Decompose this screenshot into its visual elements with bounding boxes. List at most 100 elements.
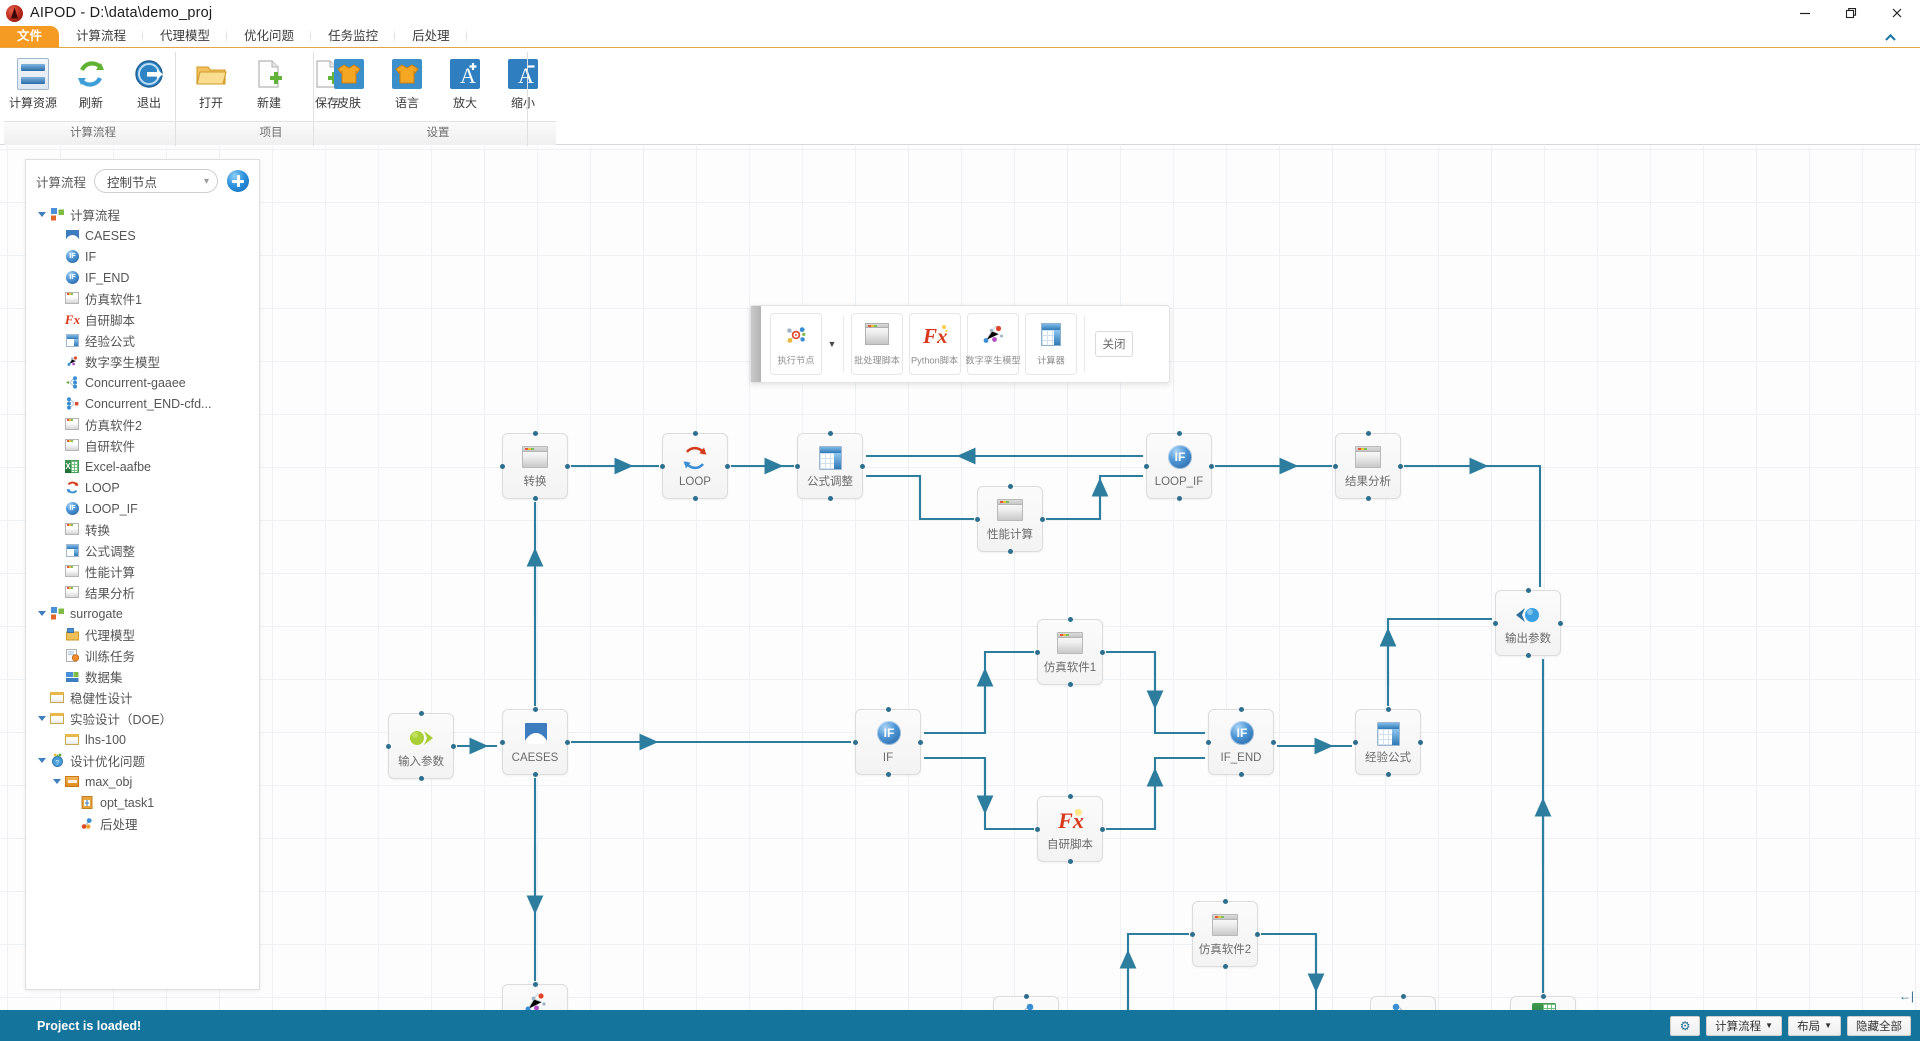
tab-4[interactable]: 任务监控 xyxy=(311,26,396,47)
node-port-l[interactable] xyxy=(975,517,980,522)
node-port-b[interactable] xyxy=(1068,859,1073,864)
chevron-down-icon[interactable] xyxy=(34,204,50,225)
ribbon-button-计算资源[interactable]: 计算资源 xyxy=(7,51,59,120)
tree-item-经验公式[interactable]: 经验公式 xyxy=(26,330,259,351)
ribbon-button-语言[interactable]: 语言 xyxy=(381,51,433,120)
node-port-l[interactable] xyxy=(500,740,505,745)
node-port-r[interactable] xyxy=(1255,932,1260,937)
flow-node-if[interactable]: IF IF xyxy=(853,707,923,777)
flow-node-conc_cfdgd[interactable]: Concurrent cfdgd xyxy=(1370,994,1436,1010)
node-port-l[interactable] xyxy=(795,464,800,469)
tree-item-代理模型[interactable]: 代理模型 xyxy=(26,624,259,645)
node-port-t[interactable] xyxy=(533,431,538,436)
node-port-b[interactable] xyxy=(1008,549,1013,554)
ribbon-button-皮肤[interactable]: 皮肤 xyxy=(323,51,375,120)
tree-item-LOOP_IF[interactable]: IF LOOP_IF xyxy=(26,498,259,519)
node-port-l[interactable] xyxy=(1035,827,1040,832)
node-port-b[interactable] xyxy=(1386,772,1391,777)
tree-item-结果分析[interactable]: 结果分析 xyxy=(26,582,259,603)
minimize-icon[interactable] xyxy=(1782,0,1828,26)
flow-node-conc_gaaee[interactable]: Concurrent gaaee xyxy=(993,994,1059,1010)
node-port-t[interactable] xyxy=(1541,994,1546,999)
node-port-t[interactable] xyxy=(1366,431,1371,436)
node-port-b[interactable] xyxy=(1239,772,1244,777)
node-port-b[interactable] xyxy=(693,496,698,501)
tree-item-数字孪生模型[interactable]: 数字孪生模型 xyxy=(26,351,259,372)
node-port-b[interactable] xyxy=(1223,964,1228,969)
close-icon[interactable] xyxy=(1874,0,1920,26)
tree-item-实验设计（DOE）[interactable]: 实验设计（DOE） xyxy=(26,708,259,729)
flow-canvas[interactable]: 转换 LOOP 公式调整 性能计算 IF LOOP_IF 结果分析 输出参数 输入参数 CAESE… xyxy=(0,146,1920,1010)
node-port-r[interactable] xyxy=(1209,464,1214,469)
node-port-l[interactable] xyxy=(500,464,505,469)
chevron-down-icon[interactable] xyxy=(34,750,50,771)
node-port-r[interactable] xyxy=(860,464,865,469)
tree-item-仿真软件1[interactable]: 仿真软件1 xyxy=(26,288,259,309)
tree-item-Concurrent-gaaee[interactable]: Concurrent-gaaee xyxy=(26,372,259,393)
palette-button-数字孪生模型[interactable]: 数字孪生模型 xyxy=(965,313,1021,375)
node-port-t[interactable] xyxy=(1239,707,1244,712)
node-port-r[interactable] xyxy=(725,464,730,469)
node-port-b[interactable] xyxy=(1526,653,1531,658)
node-port-r[interactable] xyxy=(565,464,570,469)
tree-item-自研软件[interactable]: 自研软件 xyxy=(26,435,259,456)
node-port-t[interactable] xyxy=(828,431,833,436)
flow-node-dtmodel[interactable]: 数字孪生模型 xyxy=(502,982,568,1010)
flow-node-fangzhen1[interactable]: 仿真软件1 xyxy=(1035,617,1105,687)
plus-circle-icon[interactable] xyxy=(227,170,249,192)
tab-0[interactable]: 文件 xyxy=(0,26,60,47)
palette-close-button[interactable]: 关闭 xyxy=(1095,331,1133,357)
tree-item-surrogate[interactable]: surrogate xyxy=(26,603,259,624)
flow-node-input[interactable]: 输入参数 xyxy=(386,711,456,781)
node-port-b[interactable] xyxy=(1366,496,1371,501)
tab-1[interactable]: 计算流程 xyxy=(59,26,144,47)
node-port-t[interactable] xyxy=(1068,794,1073,799)
chevron-down-icon[interactable] xyxy=(34,708,50,729)
node-port-t[interactable] xyxy=(1068,617,1073,622)
tree-item-仿真软件2[interactable]: 仿真软件2 xyxy=(26,414,259,435)
chevron-down-icon[interactable] xyxy=(34,603,50,624)
flow-node-output[interactable]: 输出参数 xyxy=(1493,588,1563,658)
palette-button-执行节点[interactable]: 执行节点 xyxy=(770,313,822,375)
tree-item-公式调整[interactable]: 公式调整 xyxy=(26,540,259,561)
node-port-t[interactable] xyxy=(1386,707,1391,712)
node-port-r[interactable] xyxy=(1040,517,1045,522)
tree-item-设计优化问题[interactable]: ? 设计优化问题 xyxy=(26,750,259,771)
tab-3[interactable]: 优化问题 xyxy=(227,26,312,47)
tab-5[interactable]: 后处理 xyxy=(395,26,467,47)
node-port-t[interactable] xyxy=(1401,994,1406,999)
collapse-left-icon[interactable]: ←| xyxy=(1899,989,1914,1003)
node-port-b[interactable] xyxy=(419,776,424,781)
tree-item-转换[interactable]: 转换 xyxy=(26,519,259,540)
node-type-select[interactable]: 控制节点 ▾ xyxy=(94,169,218,193)
node-port-t[interactable] xyxy=(533,707,538,712)
tree-item-lhs-100[interactable]: lhs-100 xyxy=(26,729,259,750)
palette-button-Python脚本[interactable]: Fx Python脚本 xyxy=(909,313,961,375)
flow-node-jieguo[interactable]: 结果分析 xyxy=(1333,431,1403,501)
tree-item-性能计算[interactable]: 性能计算 xyxy=(26,561,259,582)
tree-item-IF_END[interactable]: IF IF_END xyxy=(26,267,259,288)
node-port-b[interactable] xyxy=(1068,682,1073,687)
tree-item-Excel-aafbe[interactable]: X Excel-aafbe xyxy=(26,456,259,477)
palette-button-批处理脚本[interactable]: 批处理脚本 xyxy=(851,313,903,375)
node-port-t[interactable] xyxy=(886,707,891,712)
node-port-t[interactable] xyxy=(693,431,698,436)
node-port-t[interactable] xyxy=(1526,588,1531,593)
flow-tree[interactable]: 计算流程 CAESES IF IF IF IF_END 仿真软件1 Fx 自研脚本 经验公式 数字孪… xyxy=(26,202,259,989)
node-port-r[interactable] xyxy=(1398,464,1403,469)
flow-node-gongshi[interactable]: 公式调整 xyxy=(795,431,865,501)
status-button-计算流程[interactable]: 计算流程 ▼ xyxy=(1706,1015,1783,1036)
node-port-l[interactable] xyxy=(386,744,391,749)
node-port-r[interactable] xyxy=(451,744,456,749)
tree-item-max_obj[interactable]: max_obj xyxy=(26,771,259,792)
node-port-l[interactable] xyxy=(1353,740,1358,745)
flow-node-loop[interactable]: LOOP xyxy=(660,431,730,501)
node-port-l[interactable] xyxy=(1144,464,1149,469)
node-port-r[interactable] xyxy=(565,740,570,745)
node-port-r[interactable] xyxy=(1100,650,1105,655)
node-port-l[interactable] xyxy=(1206,740,1211,745)
node-port-t[interactable] xyxy=(1223,899,1228,904)
node-port-r[interactable] xyxy=(1558,621,1563,626)
flow-node-excel[interactable]: XExcel- aafbe xyxy=(1510,994,1576,1010)
ribbon-button-新建[interactable]: 新建 xyxy=(243,51,295,120)
